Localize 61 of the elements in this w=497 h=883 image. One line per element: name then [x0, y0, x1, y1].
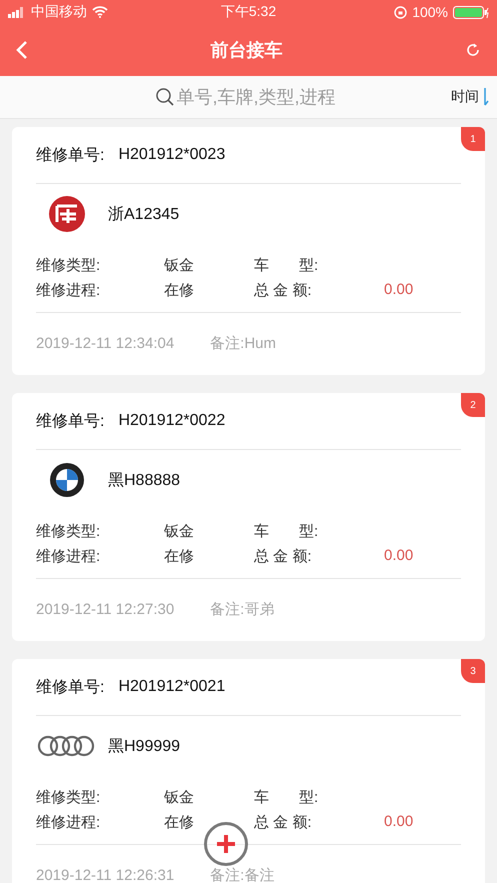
- field-label: 总 金 额:: [254, 813, 313, 832]
- refresh-icon[interactable]: [465, 42, 481, 58]
- field-value: 钣金: [164, 522, 195, 541]
- sort-down-icon[interactable]: [481, 87, 489, 107]
- field-label: 维修单号:: [36, 678, 104, 698]
- index-badge: 2: [461, 393, 485, 417]
- index-badge: 1: [461, 127, 485, 151]
- wifi-icon: [92, 6, 108, 18]
- clock-time: 下午5:32: [220, 3, 276, 21]
- field-label: 维修进程:: [36, 281, 102, 300]
- battery-percent: 100%: [412, 4, 448, 20]
- add-button[interactable]: [204, 822, 248, 866]
- note-text: 备注:Hum: [210, 334, 276, 352]
- order-number: H201912*0023: [118, 146, 226, 164]
- total-amount: 0.00: [384, 281, 414, 300]
- order-card[interactable]: 1 维修单号: H201912*0023 浙A12345 维修类型: 钣金 车 型: 维修进程: 在修 总 金 额: 0.00 2019-12-11 12:34:04 备注:Hum: [12, 127, 485, 375]
- page-title: 前台接车: [210, 39, 284, 62]
- field-label: 维修类型:: [36, 522, 102, 541]
- field-label: 维修进程:: [36, 547, 102, 566]
- battery-icon: [453, 6, 489, 18]
- order-card[interactable]: 3 维修单号: H201912*0021 黑H99999 维修类型: 钣金 车 型: 维修进程: 在修 总 金 额: 0.00 2019-12-11 12:26:31 备注:备注: [12, 659, 485, 883]
- license-plate: 黑H88888: [108, 470, 180, 490]
- brand-logo-icon: [37, 735, 97, 757]
- created-time: 2019-12-11 12:27:30: [36, 600, 174, 618]
- created-time: 2019-12-11 12:26:31: [36, 866, 174, 883]
- rotation-lock-icon: [394, 6, 408, 18]
- order-number: H201912*0021: [118, 678, 226, 696]
- plus-icon: [215, 833, 237, 855]
- field-label: 维修单号:: [36, 412, 104, 432]
- field-label: 维修类型:: [36, 788, 102, 807]
- order-number: H201912*0022: [118, 412, 226, 430]
- search-icon: [154, 87, 174, 107]
- sort-label[interactable]: 时间: [451, 88, 479, 106]
- field-value: 钣金: [164, 788, 195, 807]
- field-label: 总 金 额:: [254, 281, 313, 300]
- brand-logo-icon: [49, 462, 85, 498]
- note-text: 备注:哥弟: [210, 600, 274, 618]
- field-label: 维修单号:: [36, 146, 104, 166]
- created-time: 2019-12-11 12:34:04: [36, 334, 174, 352]
- license-plate: 黑H99999: [108, 736, 180, 756]
- back-icon[interactable]: [16, 40, 28, 60]
- field-label: 维修进程:: [36, 813, 102, 832]
- field-value: 在修: [164, 281, 195, 300]
- field-value: 钣金: [164, 256, 195, 275]
- order-card[interactable]: 2 维修单号: H201912*0022 黑H88888 维修类型: 钣金 车 型: 维修进程: 在修 总 金 额: 0.00 2019-12-11 12:27:30 备注:哥弟: [12, 393, 485, 641]
- field-label: 车 型:: [254, 788, 320, 807]
- brand-logo-icon: [48, 195, 86, 233]
- field-value: 在修: [164, 813, 195, 832]
- total-amount: 0.00: [384, 547, 414, 566]
- license-plate: 浙A12345: [108, 204, 180, 224]
- field-label: 车 型:: [254, 256, 320, 275]
- field-label: 总 金 额:: [254, 547, 313, 566]
- field-label: 维修类型:: [36, 256, 102, 275]
- signal-icon: [8, 6, 26, 18]
- index-badge: 3: [461, 659, 485, 683]
- field-label: 车 型:: [254, 522, 320, 541]
- field-value: 在修: [164, 547, 195, 566]
- carrier-name: 中国移动: [31, 3, 87, 21]
- search-field[interactable]: 单号,车牌,类型,进程: [176, 86, 356, 108]
- total-amount: 0.00: [384, 813, 414, 832]
- note-text: 备注:备注: [210, 866, 274, 883]
